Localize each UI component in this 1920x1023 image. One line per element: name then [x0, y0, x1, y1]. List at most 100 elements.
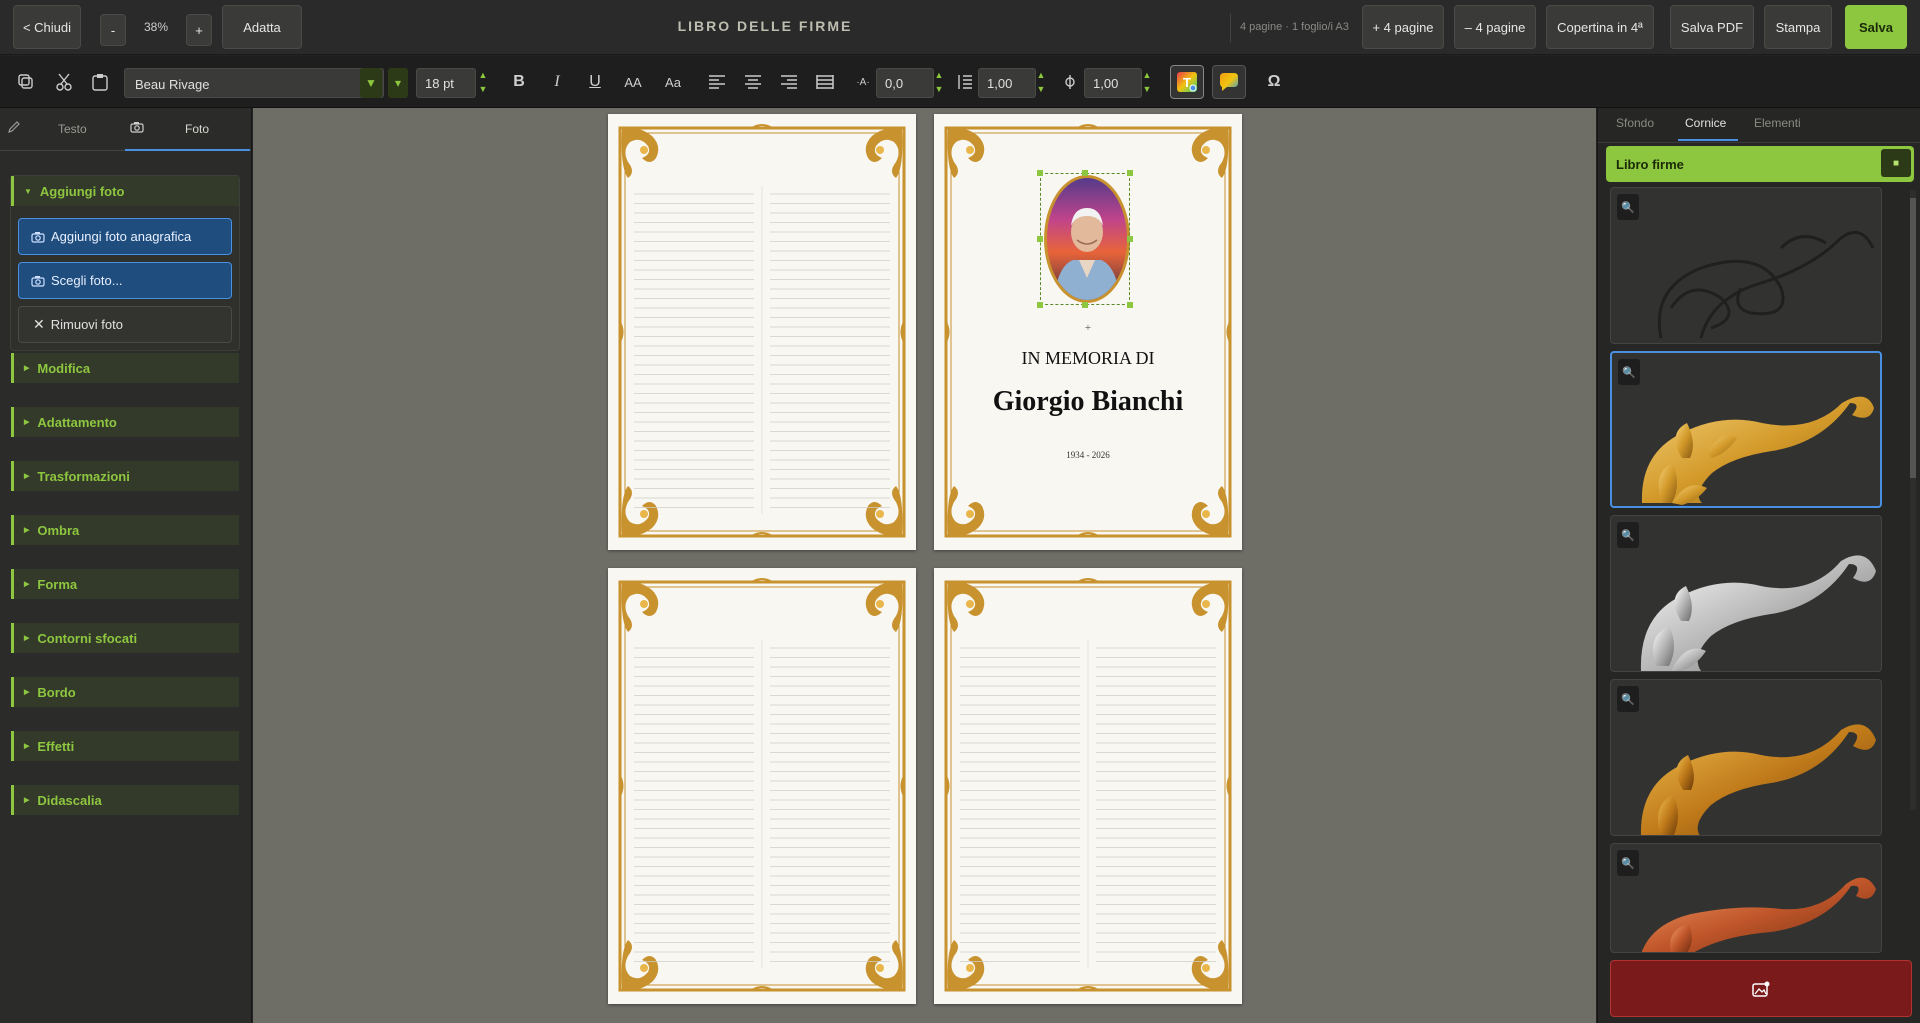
right-panel: Sfondo Cornice Elementi Libro firme ■ 🔍 [1597, 108, 1920, 1023]
collection-header[interactable]: Libro firme ■ [1606, 146, 1914, 182]
print-button[interactable]: Stampa [1764, 5, 1832, 49]
page-1[interactable] [608, 114, 916, 550]
ornament-thumb-silver[interactable]: 🔍 [1610, 515, 1882, 672]
page-3[interactable] [608, 568, 916, 1004]
add-element-marker[interactable]: + [934, 322, 1242, 334]
remove-photo-button[interactable]: ✕ Rimuovi foto [18, 306, 232, 343]
resize-handle[interactable] [1082, 170, 1088, 176]
resize-handle[interactable] [1037, 236, 1043, 242]
copy-icon[interactable] [12, 68, 40, 96]
group-header[interactable]: ▶ Adattamento [11, 407, 239, 437]
group-label: Adattamento [37, 414, 117, 430]
search-icon[interactable]: 🔍 [1617, 850, 1639, 876]
font-dropdown-chevron-icon[interactable]: ▼ [360, 68, 382, 98]
caret-right-icon: ▶ [24, 473, 30, 480]
resize-handle[interactable] [1127, 302, 1133, 308]
tab-frame[interactable]: Cornice [1685, 116, 1726, 130]
add-pages-button[interactable]: + 4 pagine [1362, 5, 1444, 49]
tab-photo[interactable]: Foto [185, 122, 209, 136]
uppercase-button[interactable]: AA [619, 68, 647, 96]
font-style-chevron-icon[interactable]: ▾ [388, 68, 408, 98]
scale-input[interactable]: 1,00 [1084, 68, 1142, 98]
search-icon[interactable]: 🔍 [1617, 522, 1639, 548]
tab-background[interactable]: Sfondo [1616, 116, 1654, 130]
page-4[interactable] [934, 568, 1242, 1004]
camera-icon [130, 121, 144, 136]
align-right-icon[interactable] [775, 68, 803, 96]
resize-handle[interactable] [1037, 170, 1043, 176]
collection-toggle[interactable]: ■ [1881, 149, 1911, 177]
ornament-thumb-gold-dark[interactable]: 🔍 [1610, 679, 1882, 836]
scrollbar-thumb[interactable] [1910, 198, 1916, 478]
font-size-input[interactable]: 18 pt [416, 68, 476, 98]
ornament-thumb-outline[interactable]: 🔍 [1610, 187, 1882, 344]
line-height-input[interactable]: 1,00 [978, 68, 1036, 98]
cover-button[interactable]: Copertina in 4ª [1546, 5, 1654, 49]
resize-handle[interactable] [1082, 302, 1088, 308]
tab-elements[interactable]: Elementi [1754, 116, 1801, 130]
camera-icon [31, 275, 45, 287]
group-header[interactable]: ▶ Trasformazioni [11, 461, 239, 491]
group-header[interactable]: ▶ Effetti [11, 731, 239, 761]
image-add-icon [1752, 981, 1770, 997]
ornament-thumb-copper[interactable]: 🔍 [1610, 843, 1882, 953]
search-icon[interactable]: 🔍 [1617, 686, 1639, 712]
tab-text[interactable]: Testo [58, 122, 87, 136]
life-years[interactable]: 1934 - 2026 [934, 450, 1242, 460]
resize-handle[interactable] [1127, 170, 1133, 176]
align-center-icon[interactable] [739, 68, 767, 96]
letter-spacing-input[interactable]: 0,0 [876, 68, 934, 98]
upload-image-button[interactable] [1610, 960, 1912, 1017]
caret-right-icon: ▶ [24, 689, 30, 696]
zoom-out-button[interactable]: - [100, 14, 126, 46]
page-canvas[interactable]: + IN MEMORIA DI Giorgio Bianchi 1934 - 2… [253, 108, 1596, 1023]
italic-button[interactable]: I [543, 68, 571, 96]
group-header[interactable]: ▶ Didascalia [11, 785, 239, 815]
capitalize-button[interactable]: Aa [659, 68, 687, 96]
zoom-in-button[interactable]: + [186, 14, 212, 46]
group-header[interactable]: ▶ Forma [11, 569, 239, 599]
add-photo-group-header[interactable]: ▼ Aggiungi foto [11, 176, 239, 206]
caret-right-icon: ▶ [24, 419, 30, 426]
in-memory-text[interactable]: IN MEMORIA DI [934, 348, 1242, 369]
caret-right-icon: ▶ [24, 635, 30, 642]
font-size-stepper[interactable]: ▲ ▼ [474, 68, 492, 98]
resize-handle[interactable] [1037, 302, 1043, 308]
resize-handle[interactable] [1127, 236, 1133, 242]
add-photo-group-label: Aggiungi foto [39, 183, 125, 199]
special-char-button[interactable]: Ω [1260, 68, 1288, 96]
format-toolbar: Beau Rivage ▼ ▾ 18 pt ▲ ▼ B I U AA Aa ·A·… [0, 56, 1920, 108]
underline-button[interactable]: U [581, 68, 609, 96]
app-title: LIBRO DELLE FIRME [677, 18, 853, 34]
justify-icon[interactable] [811, 68, 839, 96]
add-profile-photo-label: Aggiungi foto anagrafica [51, 229, 192, 244]
close-button[interactable]: < Chiudi [13, 5, 81, 49]
caret-right-icon: ▶ [24, 365, 30, 372]
ornament-thumb-gold[interactable]: 🔍 [1610, 351, 1882, 508]
save-button[interactable]: Salva [1845, 5, 1907, 49]
fit-button[interactable]: Adatta [222, 5, 302, 49]
paste-icon[interactable] [86, 68, 114, 96]
search-icon[interactable]: 🔍 [1617, 194, 1639, 220]
scale-stepper[interactable]: ▲ ▼ [1138, 68, 1156, 98]
group-header[interactable]: ▶ Modifica [11, 353, 239, 383]
text-color-icon[interactable]: T [1170, 65, 1204, 99]
bold-button[interactable]: B [505, 68, 533, 96]
deceased-name[interactable]: Giorgio Bianchi [934, 386, 1242, 418]
font-family-select[interactable]: Beau Rivage [124, 68, 384, 98]
line-height-stepper[interactable]: ▲ ▼ [1032, 68, 1050, 98]
caret-right-icon: ▶ [24, 527, 30, 534]
letter-spacing-stepper[interactable]: ▲ ▼ [930, 68, 948, 98]
group-header[interactable]: ▶ Ombra [11, 515, 239, 545]
page-cover[interactable]: + IN MEMORIA DI Giorgio Bianchi 1934 - 2… [934, 114, 1242, 550]
choose-photo-button[interactable]: Scegli foto... [18, 262, 232, 299]
highlight-color-icon[interactable] [1212, 65, 1246, 99]
cut-icon[interactable] [50, 68, 78, 96]
group-header[interactable]: ▶ Bordo [11, 677, 239, 707]
save-pdf-button[interactable]: Salva PDF [1670, 5, 1754, 49]
add-profile-photo-button[interactable]: Aggiungi foto anagrafica [18, 218, 232, 255]
group-header[interactable]: ▶ Contorni sfocati [11, 623, 239, 653]
remove-pages-button[interactable]: – 4 pagine [1454, 5, 1536, 49]
search-icon[interactable]: 🔍 [1618, 359, 1640, 385]
align-left-icon[interactable] [703, 68, 731, 96]
